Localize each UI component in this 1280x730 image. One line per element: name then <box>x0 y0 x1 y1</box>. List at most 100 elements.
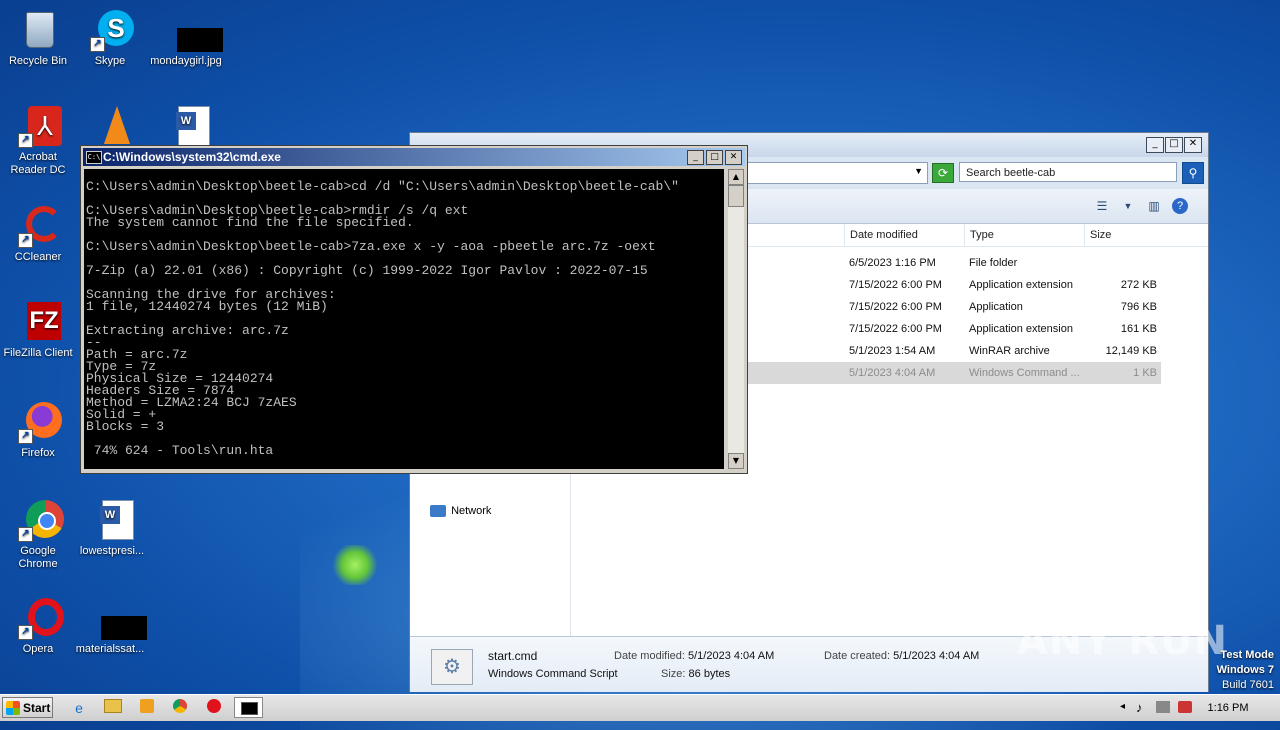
clock[interactable]: 1:16 PM <box>1200 695 1256 721</box>
network-icon <box>430 505 446 518</box>
desktop-icon-label: mondaygirl.jpg <box>150 55 222 67</box>
cell-type: Application <box>969 301 1023 313</box>
console-line: 1 file, 12440274 bytes (12 MiB) <box>86 299 328 314</box>
console-line: C:\Users\admin\Desktop\beetle-cab>7za.ex… <box>86 239 656 254</box>
close-button[interactable]: ✕ <box>1184 137 1202 153</box>
cell-size: 272 KB <box>1120 279 1157 291</box>
ie-icon[interactable]: e <box>68 698 90 718</box>
cell-type: Windows Command ... <box>969 367 1080 379</box>
minimize-button[interactable]: _ <box>687 150 704 165</box>
cmd-window[interactable]: C:\ C:\Windows\system32\cmd.exe _ □ ✕ C:… <box>80 145 748 474</box>
media-player-icon[interactable] <box>136 698 158 718</box>
opera-icon[interactable] <box>203 698 225 718</box>
start-button[interactable]: Start <box>2 697 53 718</box>
cell-type: WinRAR archive <box>969 345 1050 357</box>
chrome-icon: ↗ <box>14 498 64 542</box>
firefox-icon: ↗ <box>14 400 62 444</box>
desktop-icon-label: Recycle Bin <box>8 55 68 67</box>
minimize-button[interactable]: _ <box>1146 137 1164 153</box>
word-document-icon: W <box>164 104 212 148</box>
preview-pane-icon[interactable]: ▥ <box>1146 199 1162 213</box>
desktop-icon-firefox[interactable]: ↗ Firefox <box>0 400 76 460</box>
recycle-bin-icon <box>14 8 62 52</box>
test-mode-line1: Test Mode <box>1220 649 1274 661</box>
desktop-icon-recycle-bin[interactable]: Recycle Bin <box>0 8 76 68</box>
desktop-icon-vlc[interactable] <box>74 104 150 151</box>
shortcut-arrow-icon: ↗ <box>90 37 105 52</box>
cell-type: Application extension <box>969 279 1073 291</box>
wallpaper-logo <box>330 545 380 585</box>
opera-icon: ↗ <box>14 596 64 640</box>
volume-icon[interactable]: ♪ <box>1136 700 1143 715</box>
details-size-value: 86 bytes <box>688 668 731 680</box>
console-line: Blocks = 3 <box>86 419 165 434</box>
desktop-icon-mondaygirl[interactable]: mondaygirl.jpg <box>148 8 224 68</box>
nav-item-network[interactable]: Network <box>430 505 492 518</box>
cell-date: 6/5/2023 1:16 PM <box>849 257 936 269</box>
cell-date: 7/15/2022 6:00 PM <box>849 301 942 313</box>
taskbar: Start e ◂ ♪ 1:16 PM <box>0 694 1280 721</box>
cell-date: 5/1/2023 4:04 AM <box>849 367 936 379</box>
desktop-icon-skype[interactable]: S ↗ Skype <box>72 8 148 68</box>
shortcut-arrow-icon: ↗ <box>18 133 33 148</box>
maximize-button[interactable]: □ <box>1165 137 1183 153</box>
desktop-icon-filezilla[interactable]: FZ FileZilla Client <box>0 300 76 360</box>
cell-type: File folder <box>969 257 1018 269</box>
desktop-icon-materialssat[interactable]: materialssat... <box>72 596 148 656</box>
desktop-icon-label: Google Chrome <box>18 545 58 570</box>
taskbar-cmd-button[interactable] <box>234 697 263 718</box>
details-created-value: 5/1/2023 4:04 AM <box>893 650 980 662</box>
search-icon[interactable]: ⚲ <box>1182 162 1204 184</box>
column-header-date[interactable]: Date modified <box>844 224 964 246</box>
test-mode-line3: Build 7601 <box>1222 679 1274 691</box>
shortcut-arrow-icon: ↗ <box>18 625 33 640</box>
system-tray: ◂ ♪ <box>1120 697 1200 719</box>
folder-icon[interactable] <box>102 698 124 718</box>
maximize-button[interactable]: □ <box>706 150 723 165</box>
cmd-title: C:\Windows\system32\cmd.exe <box>103 150 281 164</box>
console-line: Extracting archive: arc.7z <box>86 323 289 338</box>
view-options-icon[interactable]: ☰ <box>1094 199 1110 213</box>
refresh-icon[interactable]: ⟳ <box>932 163 954 183</box>
vlc-icon <box>88 104 136 148</box>
desktop-icon-lowestpresi[interactable]: W lowestpresi... <box>74 498 150 558</box>
chevron-down-icon[interactable]: ▼ <box>914 166 923 176</box>
chevron-up-icon[interactable]: ◂ <box>1120 701 1125 712</box>
scrollbar-thumb[interactable] <box>728 185 744 207</box>
desktop-icon-acrobat[interactable]: ⅄ ↗ Acrobat Reader DC <box>0 104 76 177</box>
column-header-size[interactable]: Size <box>1084 224 1164 246</box>
desktop-icon-ccleaner[interactable]: ↗ CCleaner <box>0 204 76 264</box>
chrome-icon[interactable] <box>169 698 191 718</box>
desktop-icon-label: FileZilla Client <box>3 347 73 359</box>
scroll-up-icon[interactable]: ▲ <box>728 169 744 185</box>
cmd-titlebar[interactable]: C:\ C:\Windows\system32\cmd.exe _ □ ✕ <box>83 148 745 166</box>
chevron-down-icon[interactable]: ▼ <box>1120 199 1136 213</box>
desktop-icon-word-doc[interactable]: W <box>150 104 226 151</box>
shortcut-arrow-icon: ↗ <box>18 527 33 542</box>
network-tray-icon[interactable] <box>1156 701 1170 713</box>
desktop-icon-chrome[interactable]: ↗ Google Chrome <box>0 498 76 571</box>
help-icon[interactable]: ? <box>1172 198 1188 214</box>
desktop-icon-label: lowestpresi... <box>79 545 145 557</box>
details-modified: Date modified: 5/1/2023 4:04 AM <box>614 650 774 662</box>
close-button[interactable]: ✕ <box>725 150 742 165</box>
action-center-icon[interactable] <box>1178 701 1192 713</box>
image-file-icon <box>86 596 147 640</box>
gear-script-icon: ⚙ <box>431 649 473 685</box>
desktop-icon-label: Skype <box>94 55 126 67</box>
scroll-down-icon[interactable]: ▼ <box>728 453 744 469</box>
cell-size: 161 KB <box>1120 323 1157 335</box>
cell-date: 7/15/2022 6:00 PM <box>849 279 942 291</box>
desktop-icon-opera[interactable]: ↗ Opera <box>0 596 76 656</box>
vertical-scrollbar[interactable]: ▲ ▼ <box>728 169 744 469</box>
nav-item-label: Network <box>451 505 492 518</box>
desktop-icon-label: Opera <box>22 643 54 655</box>
search-input[interactable]: Search beetle-cab <box>959 162 1177 182</box>
details-modified-label: Date modified: <box>614 650 685 662</box>
cell-type: Application extension <box>969 323 1073 335</box>
column-header-type[interactable]: Type <box>964 224 1084 246</box>
console-output[interactable]: C:\Users\admin\Desktop\beetle-cab>cd /d … <box>84 169 724 469</box>
cell-date: 5/1/2023 1:54 AM <box>849 345 936 357</box>
address-input[interactable]: ▼ <box>740 162 928 184</box>
cell-date: 7/15/2022 6:00 PM <box>849 323 942 335</box>
